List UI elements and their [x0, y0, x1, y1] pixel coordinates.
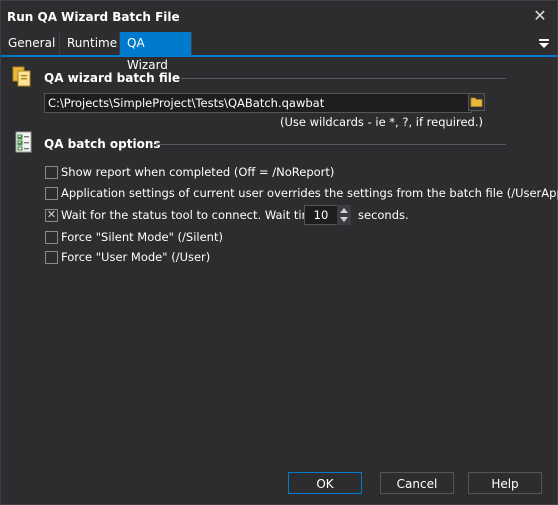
option-label: Application settings of current user ove… — [61, 186, 558, 200]
tab-strip: General Runtime QA Wizard — [1, 32, 557, 72]
timeout-input[interactable]: 10 — [304, 205, 338, 225]
option-label: Force "User Mode" (/User) — [61, 250, 211, 264]
checkbox-checked[interactable]: ✕ — [45, 208, 58, 222]
option-label: Force "Silent Mode" (/Silent) — [61, 230, 223, 244]
option-label: Show report when completed (Off = /NoRep… — [61, 165, 335, 179]
timeout-spinner[interactable] — [337, 205, 351, 225]
folder-icon — [470, 97, 483, 107]
tab-general[interactable]: General — [1, 32, 60, 55]
menu-icon[interactable] — [537, 34, 551, 52]
wildcard-hint: (Use wildcards - ie *, ?, if required.) — [280, 115, 483, 129]
divider — [152, 144, 506, 145]
tab-qa-wizard[interactable]: QA Wizard — [120, 32, 192, 72]
batch-file-path-input[interactable]: C:\Projects\SimpleProject\Tests\QABatch.… — [44, 93, 472, 113]
dialog-window: Run QA Wizard Batch File ✕ General Runti… — [0, 0, 558, 505]
close-icon[interactable]: ✕ — [531, 7, 549, 25]
ok-button[interactable]: OK — [288, 472, 362, 494]
tab-runtime[interactable]: Runtime — [60, 32, 120, 55]
checkbox[interactable] — [45, 251, 58, 264]
checkbox[interactable] — [45, 231, 58, 244]
browse-button[interactable] — [468, 93, 485, 111]
check-mark-icon: ✕ — [46, 208, 57, 221]
spinner-arrows-icon — [340, 208, 348, 222]
option-label: Wait for the status tool to connect. Wai… — [61, 208, 343, 222]
divider — [181, 78, 506, 79]
options-section-title: QA batch options — [44, 137, 161, 151]
files-icon — [12, 66, 31, 87]
timeout-suffix: seconds. — [358, 208, 409, 222]
cancel-button[interactable]: Cancel — [380, 472, 454, 494]
window-title: Run QA Wizard Batch File — [7, 10, 180, 24]
checklist-icon — [15, 131, 32, 153]
file-section-title: QA wizard batch file — [44, 71, 181, 85]
checkbox[interactable] — [45, 166, 58, 179]
title-bar: Run QA Wizard Batch File ✕ — [1, 1, 557, 32]
help-button[interactable]: Help — [468, 472, 542, 494]
checkbox[interactable] — [45, 187, 58, 200]
